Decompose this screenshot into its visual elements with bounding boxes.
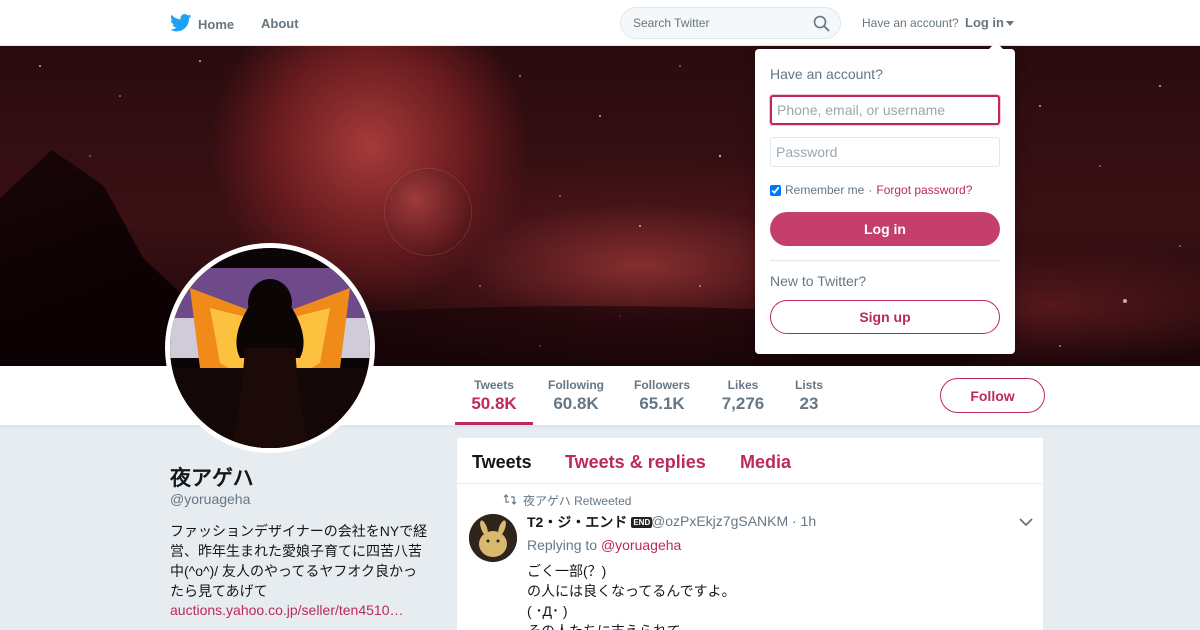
caret-down-icon [1006, 15, 1014, 30]
tweet-author-handle[interactable]: @ozPxEkjz7gSANKM [651, 513, 788, 529]
author-name-text: T2・ジ・エンド [527, 514, 628, 530]
tweet-text-line: の人には良くなってるんですよ。 [527, 583, 736, 599]
tweet-text-line: ( ･Д･ ) [527, 603, 568, 619]
search-input[interactable]: Search Twitter [633, 16, 709, 30]
search-box[interactable]: Search Twitter [620, 7, 841, 39]
timeline: Tweets Tweets & replies Media 夜アゲハ Retwe… [456, 437, 1045, 630]
stat-lists[interactable]: Lists 23 [792, 378, 826, 414]
signup-button[interactable]: Sign up [770, 300, 1000, 334]
nav-home-label: Home [198, 17, 235, 32]
retweeted-by-label: 夜アゲハ Retweeted [523, 494, 632, 508]
tab-media[interactable]: Media [740, 452, 791, 473]
replying-to: Replying to @yoruageha [527, 537, 681, 553]
active-stat-underline [455, 422, 533, 425]
tweet-text-line: ごく一部(？) [527, 563, 607, 579]
login-link-label: Log in [965, 15, 1004, 30]
moon-graphic [385, 169, 471, 255]
pikachu-plush-image [469, 514, 517, 562]
stat-followers-label: Followers [633, 378, 690, 392]
timeline-tabs: Tweets Tweets & replies Media [457, 438, 1045, 484]
retweet-icon [503, 493, 517, 508]
replying-to-link[interactable]: @yoruageha [601, 537, 681, 553]
replying-to-prefix: Replying to [527, 537, 598, 553]
end-badge-icon: END [631, 516, 653, 528]
remember-me-row: Remember me · Forgot password? [770, 183, 972, 197]
nav-about[interactable]: About [261, 16, 299, 31]
stat-likes-label: Likes [727, 378, 759, 392]
username-field[interactable] [770, 95, 1000, 125]
divider [770, 260, 1000, 261]
stat-followers[interactable]: Followers 65.1K [632, 378, 692, 414]
tweet-text: ごく一部(？) の人には良くなってるんですよ。 ( ･Д･ ) その人たちに支え… [527, 561, 736, 630]
dropdown-caret [988, 42, 1004, 50]
search-icon[interactable] [813, 15, 830, 37]
login-dropdown-toggle[interactable]: Log in [965, 15, 1014, 30]
stat-tweets[interactable]: Tweets 50.8K [470, 378, 518, 414]
profile-name: 夜アゲハ [170, 467, 254, 490]
bio-line: 営、昨年生まれた愛娘子育てに四苦八苦 [170, 543, 422, 559]
profile-link[interactable]: auctions.yahoo.co.jp/seller/ten4510… [170, 602, 403, 618]
forgot-password-link[interactable]: Forgot password? [876, 183, 972, 197]
have-account-text: Have an account? [862, 16, 959, 30]
stat-tweets-value: 50.8K [471, 394, 517, 413]
stat-following[interactable]: Following 60.8K [547, 378, 605, 414]
stat-likes-value: 7,276 [721, 394, 765, 413]
follow-button[interactable]: Follow [940, 378, 1045, 413]
stat-lists-value: 23 [799, 394, 819, 413]
stat-lists-label: Lists [794, 378, 823, 392]
bio-line: 中(^o^)/ 友人のやってるヤフオク良かっ [170, 563, 418, 579]
login-dropdown-title: Have an account? [770, 66, 883, 82]
login-button[interactable]: Log in [770, 212, 1000, 246]
nav-home[interactable]: Home [170, 14, 234, 35]
stat-followers-value: 65.1K [639, 394, 685, 413]
retweet-context: 夜アゲハ Retweeted [503, 492, 631, 509]
profile-bio: ファッションデザイナーの会社をNYで経 営、昨年生まれた愛娘子育てに四苦八苦 中… [170, 521, 432, 601]
tab-tweets[interactable]: Tweets [472, 452, 532, 473]
bio-line: ファッションデザイナーの会社をNYで経 [170, 523, 428, 539]
login-dropdown: Have an account? Remember me · Forgot pa… [755, 49, 1015, 354]
stat-likes[interactable]: Likes 7,276 [719, 378, 767, 414]
stat-following-value: 60.8K [553, 394, 599, 413]
profile-handle: @yoruageha [170, 491, 251, 507]
stat-tweets-label: Tweets [474, 378, 514, 392]
new-to-twitter-text: New to Twitter? [770, 273, 867, 289]
separator-dot: · [868, 183, 873, 197]
tweet-author-name[interactable]: T2・ジ・エンド END [527, 512, 653, 532]
top-nav: Home About Search Twitter Have an accoun… [0, 0, 1200, 46]
tweet-author-avatar[interactable] [469, 514, 517, 562]
password-field[interactable] [770, 137, 1000, 167]
tweet-text-line: その人たちに支えられて [527, 621, 736, 630]
twitter-bird-icon [170, 14, 192, 35]
remember-me-label[interactable]: Remember me [785, 183, 864, 197]
chevron-down-icon[interactable] [1019, 514, 1033, 532]
avatar-artwork [170, 248, 370, 448]
remember-me-checkbox[interactable] [770, 184, 781, 196]
stat-following-label: Following [548, 378, 604, 392]
tweet-timestamp[interactable]: · 1h [792, 513, 816, 529]
profile-avatar[interactable] [165, 243, 375, 453]
tab-tweets-replies[interactable]: Tweets & replies [565, 452, 706, 473]
bio-line: たら見てあげて [170, 583, 268, 599]
